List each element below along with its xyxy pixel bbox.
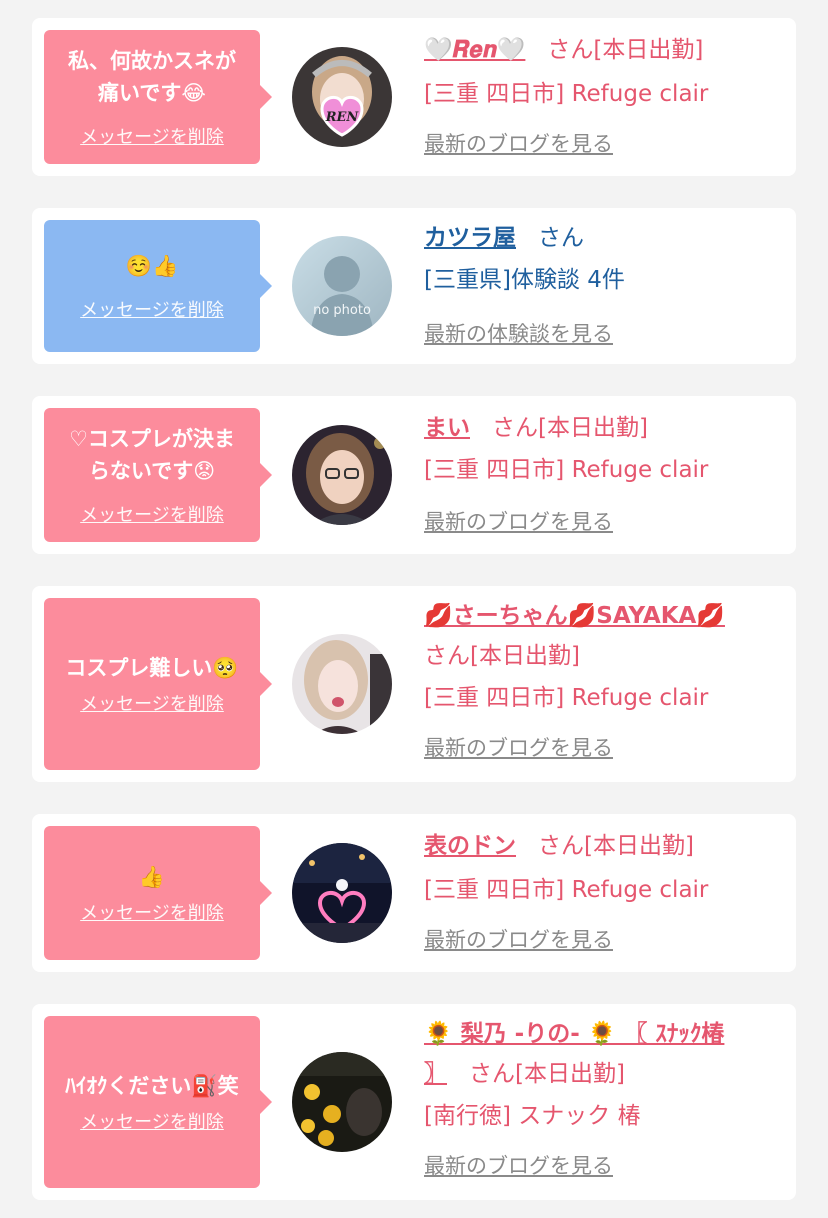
shop-text: [三重 四日市] Refuge clair xyxy=(424,457,709,483)
avatar-logo-text: REN xyxy=(325,110,360,125)
profile-info: まい さん[本日出勤] [三重 四日市] Refuge clair 最新のブログを… xyxy=(424,408,772,542)
honorific: さん xyxy=(547,37,594,63)
message-text: 👍 xyxy=(138,865,166,889)
message-card: ♡コスプレが決まらないです😟 メッセージを削除 まい さん[本日出勤] [三重 四… xyxy=(32,396,796,554)
profile-info: 🤍𝑹𝒆𝒏🤍 さん[本日出勤] [三重 四日市] Refuge clair 最新のブ… xyxy=(424,30,772,164)
message-bubble: コスプレ難しい🥺 メッセージを削除 xyxy=(44,598,272,770)
status-text: [本日出勤] xyxy=(593,37,704,63)
message-text: コスプレ難しい🥺 xyxy=(65,656,239,680)
message-card: コスプレ難しい🥺 メッセージを削除 💋さーちゃん💋SAYAKA💋 さん[本日出勤… xyxy=(32,586,796,782)
latest-blog-link[interactable]: 最新のブログを見る xyxy=(424,1154,613,1178)
avatar[interactable] xyxy=(292,1052,392,1152)
review-count-text: [三重県]体験談 4件 xyxy=(424,267,625,293)
status-text: [本日出勤] xyxy=(584,833,694,859)
honorific: さん xyxy=(469,1061,515,1087)
profile-info: 💋さーちゃん💋SAYAKA💋 さん[本日出勤] [三重 四日市] Refuge … xyxy=(424,596,772,768)
status-text: [本日出勤] xyxy=(515,1061,625,1087)
message-bubble: 私、何故かスネが痛いです😂 メッセージを削除 xyxy=(44,30,272,164)
honorific: さん xyxy=(538,225,584,251)
latest-blog-link[interactable]: 最新のブログを見る xyxy=(424,928,613,952)
message-card: ﾊｲｵｸください⛽笑 メッセージを削除 🌻 梨乃 -りの- 🌻 〖 ｽﾅｯｸ椿 … xyxy=(32,1004,796,1200)
profile-info: 表のドン さん[本日出勤] [三重 四日市] Refuge clair 最新のブロ… xyxy=(424,826,772,960)
delete-message-link[interactable]: メッセージを削除 xyxy=(80,1108,224,1134)
shop-text: [三重 四日市] Refuge clair xyxy=(424,877,709,903)
message-bubble: 👍 メッセージを削除 xyxy=(44,826,272,960)
avatar[interactable] xyxy=(292,425,392,525)
status-text: [本日出勤] xyxy=(470,643,580,669)
message-card: 👍 メッセージを削除 表のドン さん[本日出勤] [三重 四日市] Refuge … xyxy=(32,814,796,972)
avatar[interactable]: no photo xyxy=(292,236,392,336)
latest-review-link[interactable]: 最新の体験談を見る xyxy=(424,322,613,346)
shop-text: [南行徳] スナック 椿 xyxy=(424,1103,641,1129)
profile-name-link[interactable]: 🤍𝑹𝒆𝒏🤍 xyxy=(424,37,525,63)
message-text: ﾊｲｵｸください⛽笑 xyxy=(65,1074,239,1098)
shop-text: [三重 四日市] Refuge clair xyxy=(424,81,709,107)
profile-name-link[interactable]: 💋さーちゃん💋SAYAKA💋 xyxy=(424,603,725,629)
message-text: 私、何故かスネが痛いです😂 xyxy=(68,49,236,105)
message-bubble: ☺️👍 メッセージを削除 xyxy=(44,220,272,352)
message-bubble: ♡コスプレが決まらないです😟 メッセージを削除 xyxy=(44,408,272,542)
profile-name-link[interactable]: カツラ屋 xyxy=(424,225,516,251)
avatar-placeholder-text: no photo xyxy=(313,303,371,318)
message-card: ☺️👍 メッセージを削除 no photo カツラ屋 さん [三重県]体験談 4件… xyxy=(32,208,796,364)
avatar[interactable]: REN xyxy=(292,47,392,147)
latest-blog-link[interactable]: 最新のブログを見る xyxy=(424,510,613,534)
profile-name-link[interactable]: 表のドン xyxy=(424,833,516,859)
message-text: ☺️👍 xyxy=(125,254,179,278)
latest-blog-link[interactable]: 最新のブログを見る xyxy=(424,132,613,156)
profile-name-link-continued[interactable]: 〗 xyxy=(424,1061,447,1087)
delete-message-link[interactable]: メッセージを削除 xyxy=(80,690,224,716)
profile-name-link[interactable]: まい xyxy=(424,415,470,441)
delete-message-link[interactable]: メッセージを削除 xyxy=(80,501,224,527)
message-bubble: ﾊｲｵｸください⛽笑 メッセージを削除 xyxy=(44,1016,272,1188)
profile-info: カツラ屋 さん [三重県]体験談 4件 最新の体験談を見る xyxy=(424,218,772,354)
message-card: 私、何故かスネが痛いです😂 メッセージを削除 REN 🤍𝑹𝒆𝒏🤍 さん[本日出勤]… xyxy=(32,18,796,176)
honorific: さん xyxy=(424,643,470,669)
delete-message-link[interactable]: メッセージを削除 xyxy=(80,123,224,149)
latest-blog-link[interactable]: 最新のブログを見る xyxy=(424,736,613,760)
honorific: さん xyxy=(492,415,538,441)
honorific: さん xyxy=(538,833,584,859)
profile-info: 🌻 梨乃 -りの- 🌻 〖 ｽﾅｯｸ椿 〗さん[本日出勤] [南行徳] スナック… xyxy=(424,1014,772,1186)
status-text: [本日出勤] xyxy=(538,415,648,441)
delete-message-link[interactable]: メッセージを削除 xyxy=(80,899,224,925)
delete-message-link[interactable]: メッセージを削除 xyxy=(80,296,224,322)
message-text: ♡コスプレが決まらないです😟 xyxy=(69,427,235,483)
profile-name-link[interactable]: 🌻 梨乃 -りの- 🌻 〖 ｽﾅｯｸ椿 xyxy=(424,1021,724,1047)
avatar[interactable] xyxy=(292,634,392,734)
shop-text: [三重 四日市] Refuge clair xyxy=(424,685,709,711)
avatar[interactable] xyxy=(292,843,392,943)
